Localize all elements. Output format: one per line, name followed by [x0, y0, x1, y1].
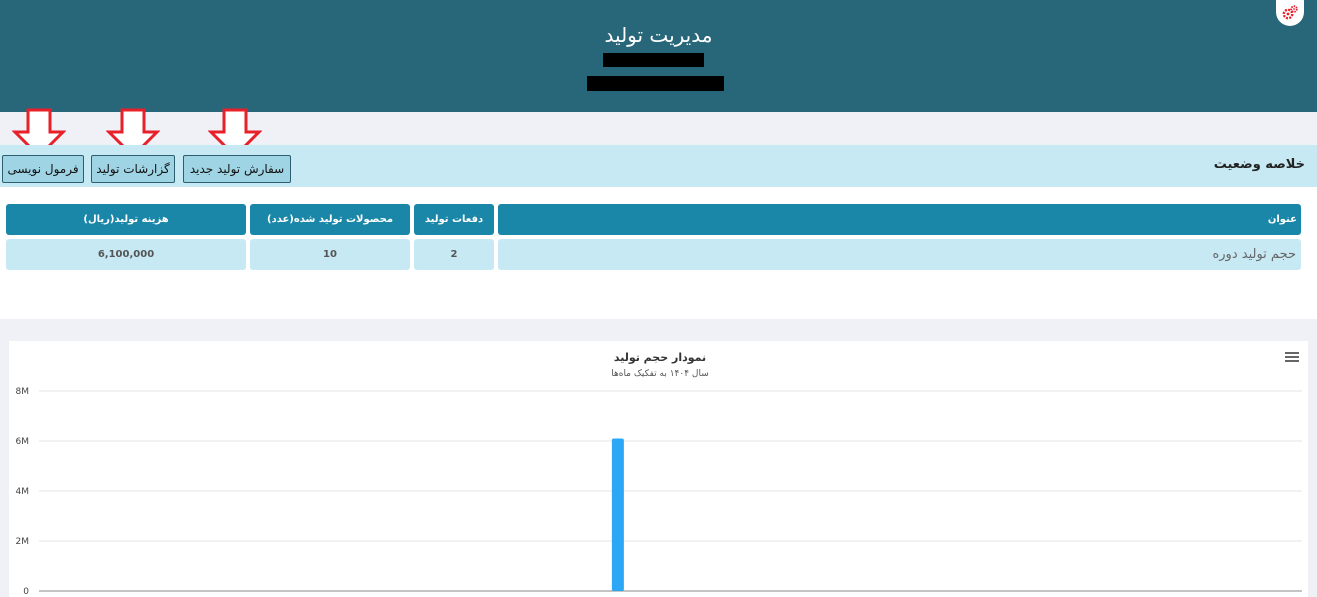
- redacted-text: [587, 76, 724, 91]
- summary-title: خلاصه وضعیت: [1213, 157, 1305, 172]
- y-tick-label: 4M: [16, 487, 30, 497]
- production-chart-panel: نمودار حجم تولید سال ۱۴۰۴ به تفکیک ماه‌ه…: [9, 341, 1308, 597]
- y-tick-label: 2M: [16, 537, 30, 547]
- summary-table: هزینه تولید(ریال) محصولات تولید شده(عدد)…: [0, 187, 1317, 319]
- production-chart: نمودار حجم تولید سال ۱۴۰۴ به تفکیک ماه‌ه…: [16, 351, 1302, 597]
- formula-button[interactable]: فرمول نویسی: [2, 155, 84, 183]
- y-tick-label: 0: [23, 587, 29, 597]
- table-cell-products: 10: [250, 239, 410, 270]
- table-cell-batches: 2: [414, 239, 494, 270]
- table-header-cost: هزینه تولید(ریال): [6, 204, 246, 235]
- table-cell-cost: 6,100,000: [6, 239, 246, 270]
- table-header-products: محصولات تولید شده(عدد): [250, 204, 410, 235]
- app-header: مدیریت تولید: [0, 0, 1317, 112]
- table-cell-title: حجم تولید دوره: [498, 239, 1301, 270]
- gears-icon: [1282, 5, 1298, 20]
- y-tick-label: 6M: [16, 437, 30, 447]
- redacted-text: [603, 53, 704, 67]
- table-header-title: عنوان: [498, 204, 1301, 235]
- table-header-batches: دفعات تولید: [414, 204, 494, 235]
- reports-button[interactable]: گزارشات تولید: [91, 155, 175, 183]
- chart-subtitle: سال ۱۴۰۴ به تفکیک ماه‌ها: [611, 369, 709, 379]
- y-tick-label: 8M: [16, 387, 30, 397]
- chart-bar[interactable]: [611, 438, 624, 592]
- page-title: مدیریت تولید: [604, 23, 713, 47]
- chart-title: نمودار حجم تولید: [614, 351, 706, 364]
- new-order-button[interactable]: سفارش تولید جدید: [183, 155, 291, 183]
